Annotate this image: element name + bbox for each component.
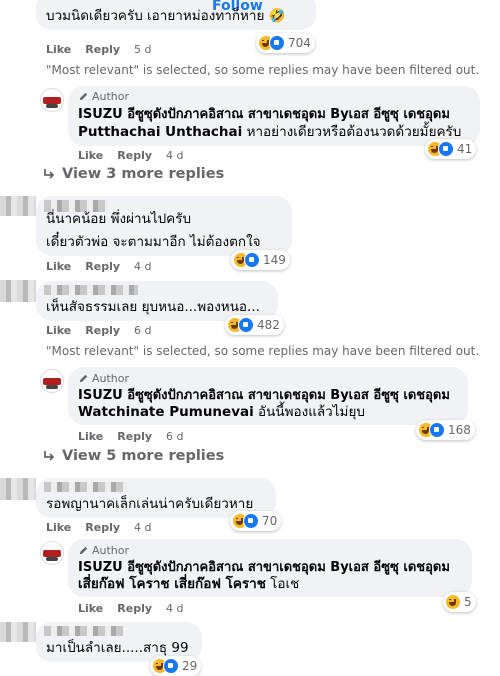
comment-text: นี่นาคน้อย พึ่งผ่านไปครับ — [46, 211, 192, 227]
avatar — [40, 541, 64, 565]
reaction-count: 70 — [262, 514, 278, 528]
author-badge: Author — [78, 372, 129, 385]
reply-arrow-icon — [44, 169, 55, 179]
timestamp: 6 d — [166, 430, 184, 443]
comment-meta: Like Reply 5 d — [46, 43, 166, 56]
comment-text: บวมนิดเดียวครับ เอายาหม่องทาก็หาย 🤣 — [46, 8, 286, 24]
filter-notice: "Most relevant" is selected, so some rep… — [46, 344, 480, 358]
like-reaction-icon — [244, 252, 260, 268]
like-link[interactable]: Like — [78, 602, 103, 615]
like-link[interactable]: Like — [46, 324, 71, 337]
reply-text: เสี่ยก๊อฟ โคราช เสี่ยก๊อฟ โคราช โอเช — [78, 574, 299, 595]
avatar — [0, 196, 36, 216]
blurred-name — [44, 482, 128, 492]
pencil-icon — [79, 546, 88, 555]
like-link[interactable]: Like — [78, 149, 103, 162]
comment-meta: Like Reply 6 d — [78, 430, 198, 443]
reaction-summary[interactable]: 149 — [231, 250, 290, 270]
like-link[interactable]: Like — [78, 430, 103, 443]
avatar — [40, 88, 64, 112]
view-more-replies-button[interactable]: View 3 more replies — [42, 166, 224, 182]
view-more-replies-button[interactable]: View 5 more replies — [42, 448, 224, 464]
reply-text: Putthachai Unthachai หาอย่างเดียวหรือต้อ… — [78, 122, 461, 143]
reaction-summary[interactable]: 482 — [225, 315, 284, 335]
blurred-name — [44, 626, 124, 636]
reaction-count: 5 — [464, 595, 472, 609]
comment-meta: Like Reply 4 d — [78, 602, 198, 615]
avatar — [0, 622, 36, 642]
like-link[interactable]: Like — [46, 43, 71, 56]
reaction-count: 29 — [182, 659, 198, 673]
reply-link[interactable]: Reply — [85, 43, 120, 56]
author-label: Author — [92, 372, 130, 385]
comment-meta: Like Reply 4 d — [46, 260, 166, 273]
reply-link[interactable]: Reply — [85, 521, 120, 534]
like-link[interactable]: Like — [46, 521, 71, 534]
reply-arrow-icon — [44, 451, 55, 461]
view-more-label: View 3 more replies — [62, 166, 225, 182]
like-reaction-icon — [269, 35, 285, 51]
reaction-count: 482 — [257, 318, 280, 332]
author-badge: Author — [78, 90, 129, 103]
reaction-summary[interactable]: 41 — [425, 139, 477, 159]
reply-link[interactable]: Reply — [85, 260, 120, 273]
reply-text: Watchinate Pumunevai อันนี้พองแล้วไม่ยุบ — [78, 402, 365, 423]
comment-text: เดี๋ยวตัวพ่อ จะตามมาอีก ไม่ต้องตกใจ — [46, 234, 261, 250]
avatar — [0, 280, 36, 302]
comment-meta: Like Reply 4 d — [46, 521, 166, 534]
reply-body: โอเช — [270, 576, 300, 592]
reaction-summary[interactable]: 70 — [230, 511, 282, 531]
reaction-count: 168 — [448, 423, 471, 437]
author-label: Author — [92, 90, 130, 103]
comment-text: เห็นสัจธรรมเลย ยุบหนอ...พองหนอ... — [46, 299, 260, 315]
pencil-icon — [79, 374, 88, 383]
avatar — [40, 369, 64, 393]
reply-link[interactable]: Reply — [85, 324, 120, 337]
reply-link[interactable]: Reply — [117, 602, 152, 615]
reaction-summary[interactable]: 29 — [150, 656, 202, 676]
author-label: Author — [92, 544, 130, 557]
reaction-count: 704 — [288, 36, 311, 50]
haha-reaction-icon — [445, 594, 461, 610]
mention-link[interactable]: Putthachai Unthachai — [78, 124, 242, 140]
like-reaction-icon — [238, 317, 254, 333]
like-reaction-icon — [243, 513, 259, 529]
like-link[interactable]: Like — [46, 260, 71, 273]
reply-body: หาอย่างเดียวหรือต้องนวดด้วยมั้ยครับ — [246, 124, 462, 140]
comment-text: รอพญานาคเล็กเล่นน่าครับเดียวหาย — [46, 496, 254, 512]
timestamp: 4 d — [166, 149, 184, 162]
reaction-summary[interactable]: 704 — [256, 33, 315, 53]
blurred-name — [44, 285, 138, 295]
reaction-count: 41 — [457, 142, 473, 156]
avatar — [0, 478, 36, 500]
timestamp: 5 d — [134, 43, 152, 56]
timestamp: 6 d — [134, 324, 152, 337]
comment-meta: Like Reply 4 d — [78, 149, 198, 162]
reply-link[interactable]: Reply — [117, 430, 152, 443]
like-reaction-icon — [163, 658, 179, 674]
reaction-summary[interactable]: 5 — [443, 592, 476, 612]
author-badge: Author — [78, 544, 129, 557]
pencil-icon — [79, 92, 88, 101]
view-more-label: View 5 more replies — [62, 448, 225, 464]
timestamp: 4 d — [166, 602, 184, 615]
reaction-count: 149 — [263, 253, 286, 267]
filter-notice: "Most relevant" is selected, so some rep… — [46, 63, 480, 77]
reply-body: อันนี้พองแล้วไม่ยุบ — [258, 404, 365, 420]
mention-link[interactable]: Watchinate Pumunevai — [78, 404, 254, 420]
reply-link[interactable]: Reply — [117, 149, 152, 162]
like-reaction-icon — [438, 141, 454, 157]
mention-link[interactable]: เสี่ยก๊อฟ โคราช เสี่ยก๊อฟ โคราช — [78, 576, 266, 592]
timestamp: 4 d — [134, 260, 152, 273]
comment-meta: Like Reply 6 d — [46, 324, 166, 337]
timestamp: 4 d — [134, 521, 152, 534]
reaction-summary[interactable]: 168 — [416, 420, 475, 440]
like-reaction-icon — [429, 422, 445, 438]
